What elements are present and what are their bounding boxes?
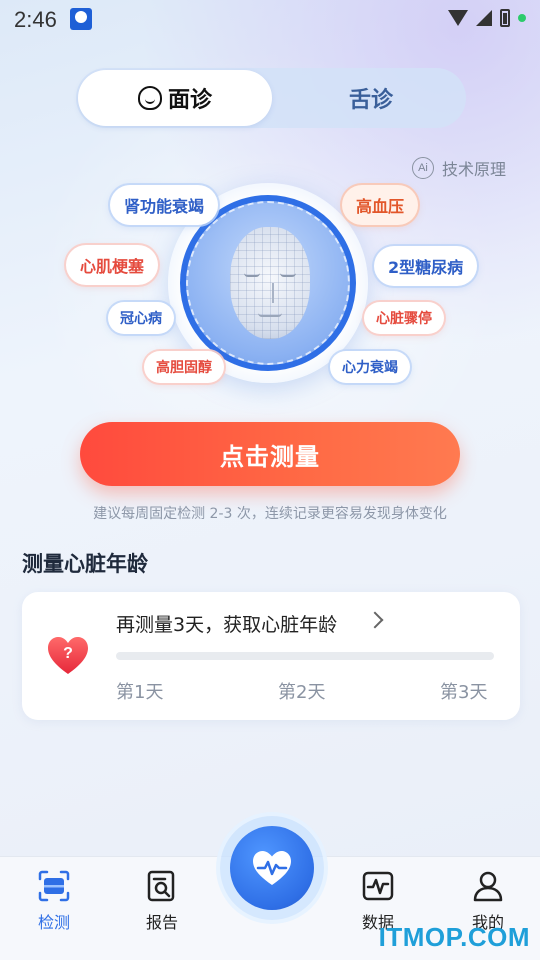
tech-principle-link[interactable]: Ai 技术原理 <box>411 156 506 180</box>
notification-app-icon <box>70 8 92 30</box>
day-3-label: 第3天 <box>440 682 488 703</box>
nav-item-report[interactable]: 报告 <box>112 857 212 960</box>
tag-heart-failure: 心力衰竭 <box>330 351 410 383</box>
data-chart-icon <box>362 871 394 901</box>
nav-item-detect[interactable]: 检测 <box>4 857 104 960</box>
face-scan-area[interactable] <box>186 201 350 365</box>
wifi-icon <box>448 10 468 26</box>
ai-icon: Ai <box>411 157 434 179</box>
signal-icon <box>476 10 492 26</box>
diagnosis-tabs: 面诊 舌诊 <box>76 68 466 128</box>
scan-icon <box>38 870 70 902</box>
status-bar: 2:46 <box>0 0 540 40</box>
heart-age-progress <box>116 652 494 660</box>
tab-tongue-label: 舌诊 <box>348 88 393 113</box>
status-indicators <box>448 9 526 27</box>
battery-icon <box>500 9 510 27</box>
tag-cardiac-arrest: 心脏骤停 <box>364 302 444 334</box>
start-measure-button[interactable]: 点击测量 <box>80 422 460 486</box>
tab-face-diagnosis[interactable]: 面诊 <box>78 70 272 126</box>
watermark: ITMOP.COM <box>378 922 530 952</box>
privacy-indicator-dot <box>518 14 526 22</box>
tab-tongue-diagnosis[interactable]: 舌诊 <box>276 68 466 128</box>
status-time: 2:46 <box>14 7 57 32</box>
nav-label-detect: 检测 <box>37 913 70 932</box>
heart-age-card[interactable]: ? 再测量3天，获取心脏年龄 第1天 第2天 第3天 <box>22 592 520 720</box>
day-1-label: 第1天 <box>116 682 164 703</box>
center-measure-button[interactable] <box>230 826 314 910</box>
tag-hypertension: 高血压 <box>342 185 419 225</box>
heart-question-icon: ? <box>48 637 88 674</box>
tag-coronary-heart-disease: 冠心病 <box>108 302 174 334</box>
heart-pulse-icon <box>253 851 291 885</box>
report-search-icon <box>147 870 175 902</box>
tech-principle-label: 技术原理 <box>441 160 506 179</box>
day-2-label: 第2天 <box>278 682 326 703</box>
measure-tip: 建议每周固定检测 2-3 次，连续记录更容易发现身体变化 <box>93 506 447 522</box>
tab-face-label: 面诊 <box>167 88 212 113</box>
nav-label-report: 报告 <box>145 913 178 932</box>
heart-question-mark: ? <box>63 645 73 662</box>
tag-high-cholesterol: 高胆固醇 <box>144 351 224 383</box>
tag-myocardial-infarction: 心肌梗塞 <box>66 245 159 285</box>
chevron-right-icon <box>366 611 384 629</box>
heart-age-card-title: 再测量3天，获取心脏年龄 <box>116 614 338 636</box>
face-mesh-icon <box>230 227 310 339</box>
face-icon <box>137 86 162 110</box>
section-title-heart-age: 测量心脏年龄 <box>22 552 148 576</box>
user-icon <box>473 871 503 902</box>
tag-type2-diabetes: 2型糖尿病 <box>374 246 478 286</box>
tag-kidney-failure: 肾功能衰竭 <box>110 185 219 225</box>
